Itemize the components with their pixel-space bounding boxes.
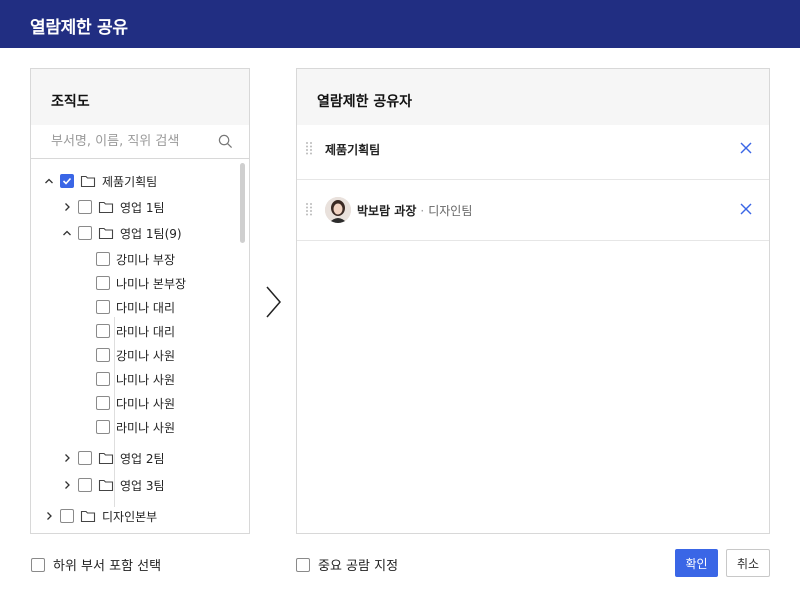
tree-row-label: 디자인본부 [102,509,158,524]
folder-icon [98,452,114,465]
tree-checkbox[interactable] [96,348,110,362]
ok-button[interactable]: 확인 [675,549,718,577]
add-arrow-icon[interactable] [262,284,284,320]
tree-row-label: 영업 1팀(9) [120,226,182,241]
tree-row-label: 제품기획팀 [102,174,158,189]
tree-row[interactable]: 다미나 대리 [96,297,175,317]
chevron-up-icon[interactable] [44,176,54,186]
org-panel-header: 조직도 [31,69,249,125]
share-person-info: 박보람 과장 · 디자인팀 [357,202,472,219]
folder-icon [98,227,114,240]
tree-scrollbar[interactable] [240,163,245,243]
org-tree: 제품기획팀영업 1팀영업 1팀(9) 강미나 부장나미나 본부장다미나 대리라미나… [31,159,249,533]
folder-icon [98,479,114,492]
chevron-right-icon[interactable] [44,511,54,521]
dialog-title: 열람제한 공유 [30,18,128,38]
important-checkbox[interactable] [296,557,310,572]
tree-checkbox[interactable] [78,200,92,214]
tree-row-label: 다미나 사원 [116,396,176,411]
tree-row[interactable]: 강미나 사원 [96,345,175,365]
search-icon[interactable] [218,134,233,149]
tree-row[interactable]: 라미나 대리 [96,321,175,341]
tree-row[interactable]: 나미나 사원 [96,369,175,389]
tree-row[interactable]: 제품기획팀 [44,171,157,191]
cancel-button[interactable]: 취소 [726,549,770,577]
org-search [31,125,249,159]
tree-row-label: 영업 1팀 [120,200,165,215]
tree-checkbox[interactable] [78,478,92,492]
tree-row[interactable]: 영업 1팀 [62,197,165,217]
tree-checkbox[interactable] [96,396,110,410]
share-item-name: 제품기획팀 [325,143,381,157]
chevron-right-icon[interactable] [62,202,72,212]
chevron-right-icon[interactable] [62,453,72,463]
remove-icon[interactable] [739,202,753,216]
important-option[interactable]: 중요 공람 지정 [296,555,398,574]
tree-row[interactable]: 영업 1팀(9) [62,223,182,243]
tree-checkbox[interactable] [96,420,110,434]
chevron-right-icon[interactable] [62,480,72,490]
tree-row[interactable]: 강미나 부장 [96,249,175,269]
folder-icon [80,175,96,188]
tree-checkbox[interactable] [78,451,92,465]
include-sub-label: 하위 부서 포함 선택 [53,559,162,574]
tree-checkbox[interactable] [96,252,110,266]
share-panel-title: 열람제한 공유자 [317,94,413,110]
include-sub-option[interactable]: 하위 부서 포함 선택 [31,555,161,574]
drag-handle-icon[interactable] [305,141,313,155]
share-item-team[interactable]: 제품기획팀 [297,119,769,180]
folder-icon [98,201,114,214]
tree-row[interactable]: 디자인본부 [44,506,157,526]
tree-row-label: 나미나 사원 [116,372,176,387]
tree-checkbox[interactable] [96,276,110,290]
avatar [325,197,351,223]
tree-checkbox[interactable] [78,226,92,240]
folder-icon [80,510,96,523]
share-panel-header: 열람제한 공유자 [297,69,769,125]
important-label: 중요 공람 지정 [318,559,399,574]
tree-row-label: 라미나 대리 [116,324,176,339]
tree-guide-line [114,317,115,507]
chevron-up-icon[interactable] [62,228,72,238]
org-search-input[interactable] [31,125,249,158]
tree-row-label: 영업 3팀 [120,478,165,493]
dialog-header: 열람제한 공유 [0,0,800,48]
include-sub-checkbox[interactable] [31,557,45,572]
tree-checkbox[interactable] [96,324,110,338]
remove-icon[interactable] [739,141,753,155]
tree-checkbox[interactable] [60,509,74,523]
org-panel-title: 조직도 [51,94,90,110]
tree-row-label: 라미나 사원 [116,420,176,435]
org-chart-panel: 조직도 제품기획팀영업 1팀영업 1팀(9) 강미나 부장나미나 본부장다미나 대… [30,68,250,534]
share-list-panel: 열람제한 공유자 제품기획팀 박보람 과장 · 디자인팀 [296,68,770,534]
share-person-dept: 디자인팀 [428,204,473,218]
share-person-name: 박보람 과장 [357,204,417,218]
separator: · [420,204,425,218]
tree-row[interactable]: 다미나 사원 [96,393,175,413]
share-item-person[interactable]: 박보람 과장 · 디자인팀 [297,180,769,241]
tree-row-label: 영업 2팀 [120,451,165,466]
tree-checkbox[interactable] [60,174,74,188]
tree-row-label: 나미나 본부장 [116,276,187,291]
tree-row-label: 다미나 대리 [116,300,176,315]
tree-row-label: 강미나 사원 [116,348,176,363]
tree-row[interactable]: 라미나 사원 [96,417,175,437]
drag-handle-icon[interactable] [305,202,313,216]
tree-row-label: 강미나 부장 [116,252,176,267]
tree-checkbox[interactable] [96,300,110,314]
tree-row[interactable]: 나미나 본부장 [96,273,186,293]
tree-checkbox[interactable] [96,372,110,386]
